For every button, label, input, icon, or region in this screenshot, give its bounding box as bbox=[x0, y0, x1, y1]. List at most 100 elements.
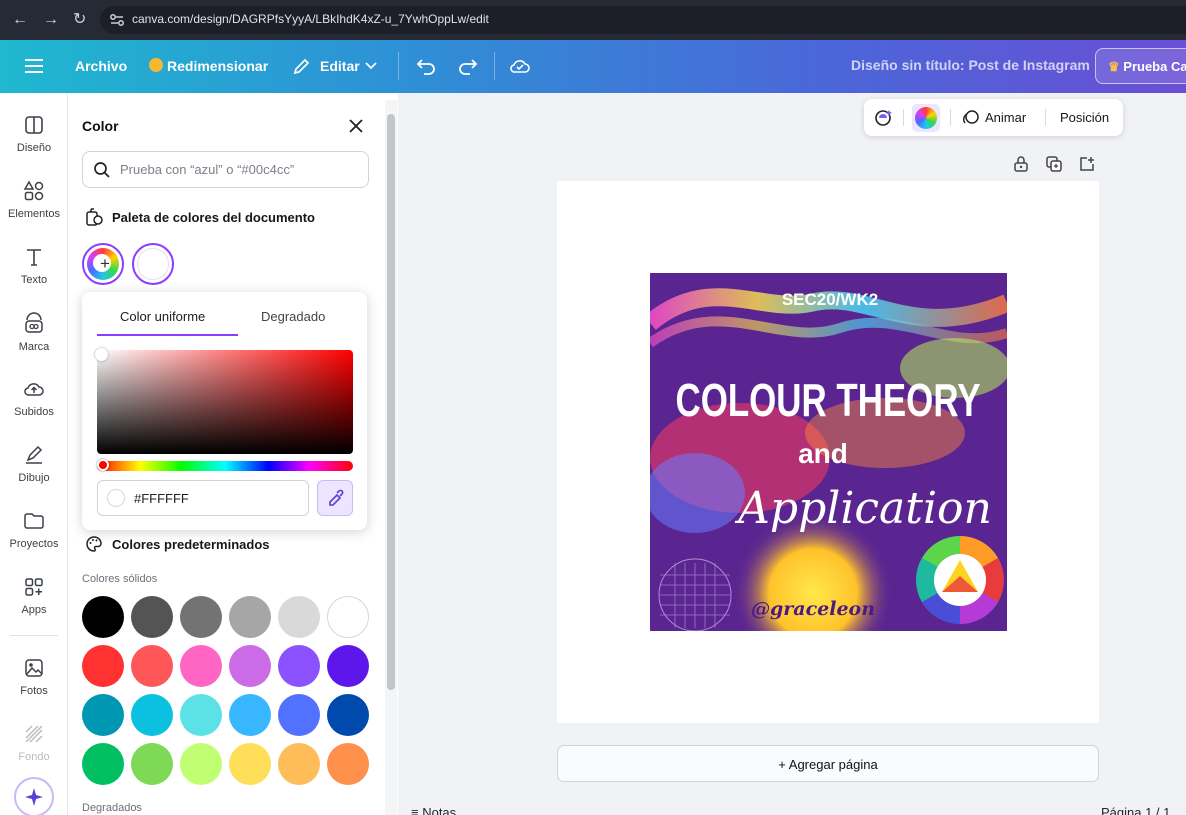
rail-label: Diseño bbox=[16, 142, 52, 154]
color-preview-dot bbox=[107, 489, 125, 507]
palette-icon bbox=[86, 536, 102, 552]
rail-item-projects[interactable]: Proyectos bbox=[0, 509, 68, 550]
redo-icon[interactable] bbox=[457, 56, 479, 76]
tab-solid-color[interactable]: Color uniforme bbox=[120, 309, 205, 324]
color-swatch[interactable] bbox=[278, 596, 320, 638]
rail-item-elements[interactable]: Elementos bbox=[0, 179, 68, 220]
color-swatch[interactable] bbox=[180, 743, 222, 785]
color-wheel-icon bbox=[915, 107, 937, 129]
color-swatch[interactable] bbox=[278, 743, 320, 785]
color-swatch[interactable] bbox=[82, 694, 124, 736]
notes-button[interactable]: ≡ Notas bbox=[411, 805, 456, 815]
hue-handle[interactable] bbox=[97, 459, 109, 471]
color-swatch[interactable] bbox=[82, 596, 124, 638]
lock-icon[interactable] bbox=[1012, 155, 1030, 173]
hex-input[interactable]: #FFFFFF bbox=[97, 480, 309, 516]
divider bbox=[494, 52, 495, 80]
file-menu[interactable]: Archivo bbox=[75, 57, 127, 75]
eyedropper-button[interactable] bbox=[317, 480, 353, 516]
edit-menu[interactable]: Editar bbox=[320, 57, 360, 75]
search-icon bbox=[94, 162, 110, 178]
color-swatch[interactable] bbox=[82, 743, 124, 785]
tab-gradient[interactable]: Degradado bbox=[261, 309, 325, 324]
rail-item-apps[interactable]: Apps bbox=[0, 575, 68, 616]
color-swatch[interactable] bbox=[229, 694, 271, 736]
folder-icon bbox=[24, 513, 44, 529]
color-button[interactable] bbox=[912, 104, 940, 132]
gradients-label: Degradados bbox=[82, 802, 142, 814]
menu-icon[interactable] bbox=[25, 58, 43, 74]
saturation-handle[interactable] bbox=[95, 348, 108, 361]
magic-button[interactable] bbox=[14, 777, 54, 815]
position-button[interactable]: Posición bbox=[1060, 110, 1109, 125]
add-color-button[interactable]: + bbox=[82, 243, 124, 285]
color-swatch[interactable] bbox=[180, 596, 222, 638]
rail-item-draw[interactable]: Dibujo bbox=[0, 443, 68, 484]
color-swatch[interactable] bbox=[131, 694, 173, 736]
rail-item-design[interactable]: Diseño bbox=[0, 113, 68, 154]
rail-item-text[interactable]: Texto bbox=[0, 245, 68, 286]
resize-button[interactable]: Redimensionar bbox=[167, 57, 268, 75]
reload-icon[interactable]: ↻ bbox=[73, 10, 86, 30]
divider bbox=[903, 109, 904, 126]
brand-icon bbox=[25, 312, 43, 333]
rail-item-photos[interactable]: Fotos bbox=[0, 656, 68, 697]
add-page-icon[interactable] bbox=[1078, 155, 1096, 173]
undo-icon[interactable] bbox=[415, 56, 437, 76]
rail-label: Elementos bbox=[8, 208, 60, 220]
scrollbar-thumb[interactable] bbox=[387, 114, 395, 690]
rail-label: Subidos bbox=[14, 406, 54, 418]
site-settings-icon[interactable] bbox=[108, 11, 126, 29]
saturation-brightness-area[interactable] bbox=[97, 350, 353, 454]
color-swatch[interactable] bbox=[180, 694, 222, 736]
text-icon bbox=[27, 249, 41, 266]
color-swatch[interactable] bbox=[229, 645, 271, 687]
artwork-image[interactable]: SEC20/WK2 COLOUR THEORY and Application … bbox=[650, 273, 1007, 631]
color-search-input[interactable]: Prueba con “azul” o “#00c4cc” bbox=[82, 151, 369, 188]
color-swatch[interactable] bbox=[278, 694, 320, 736]
back-icon[interactable]: ← bbox=[12, 10, 28, 30]
color-swatch[interactable] bbox=[327, 743, 369, 785]
default-colors-title: Colores predeterminados bbox=[112, 537, 270, 552]
rail-label: Marca bbox=[18, 341, 50, 353]
duplicate-page-icon[interactable] bbox=[1045, 155, 1063, 173]
design-title[interactable]: Diseño sin título: Post de Instagram bbox=[851, 57, 1090, 73]
page-count[interactable]: Página 1 / 1 bbox=[1101, 805, 1170, 815]
color-swatch[interactable] bbox=[131, 743, 173, 785]
color-swatch[interactable] bbox=[229, 596, 271, 638]
address-bar[interactable]: canva.com/design/DAGRPfsYyyA/LBkIhdK4xZ-… bbox=[100, 6, 1186, 34]
add-page-button[interactable]: + Agregar página bbox=[557, 745, 1099, 782]
upload-icon bbox=[24, 383, 44, 396]
hue-slider[interactable] bbox=[97, 461, 353, 471]
color-swatch[interactable] bbox=[327, 596, 369, 638]
color-swatch[interactable] bbox=[229, 743, 271, 785]
color-swatch[interactable] bbox=[131, 645, 173, 687]
apps-icon bbox=[25, 578, 43, 596]
color-swatch[interactable] bbox=[327, 694, 369, 736]
crown-icon: ♛ bbox=[1108, 59, 1120, 74]
rail-item-background[interactable]: Fondo bbox=[0, 722, 68, 763]
trial-label: Prueba Ca bbox=[1123, 59, 1186, 74]
artwork-title: COLOUR THEORY bbox=[676, 374, 981, 426]
panel-scrollbar[interactable] bbox=[385, 100, 397, 815]
color-swatch[interactable] bbox=[180, 645, 222, 687]
forward-icon[interactable]: → bbox=[43, 10, 59, 30]
rail-item-uploads[interactable]: Subidos bbox=[0, 377, 68, 418]
crown-icon bbox=[149, 58, 163, 72]
eyedropper-icon bbox=[329, 489, 344, 506]
cloud-saved-icon[interactable] bbox=[509, 56, 531, 76]
doc-color-swatch[interactable] bbox=[132, 243, 174, 285]
rail-item-brand[interactable]: Marca bbox=[0, 312, 68, 353]
close-icon[interactable] bbox=[346, 116, 366, 136]
animate-button[interactable]: Animar bbox=[985, 110, 1026, 125]
color-swatch[interactable] bbox=[131, 596, 173, 638]
color-swatch[interactable] bbox=[278, 645, 320, 687]
divider bbox=[398, 52, 399, 80]
chevron-down-icon[interactable] bbox=[365, 62, 377, 70]
color-swatch[interactable] bbox=[82, 645, 124, 687]
layout-icon bbox=[25, 116, 43, 134]
divider bbox=[950, 109, 951, 126]
magic-edit-icon[interactable] bbox=[872, 107, 894, 129]
color-swatch[interactable] bbox=[327, 645, 369, 687]
trial-button[interactable]: ♛ Prueba Ca bbox=[1095, 48, 1186, 84]
